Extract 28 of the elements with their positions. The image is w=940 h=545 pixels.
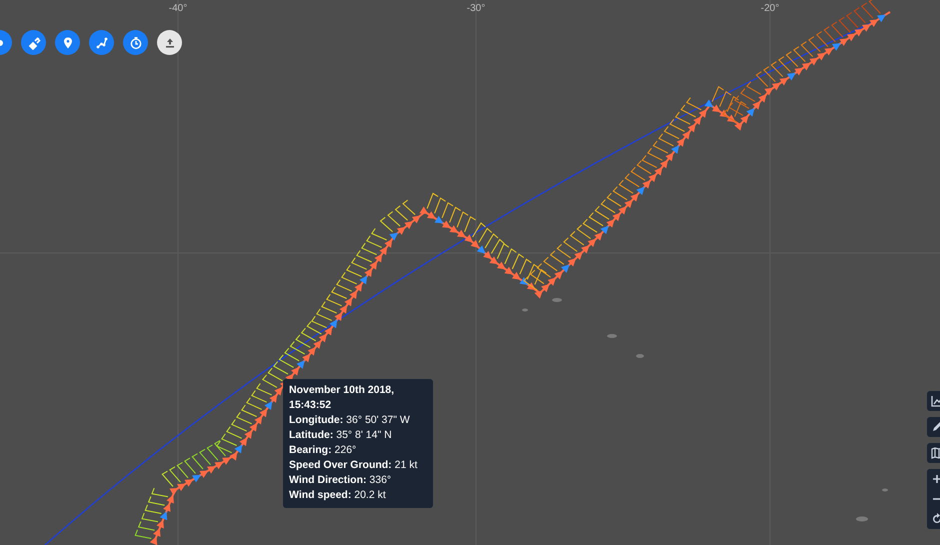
toolbar-button[interactable] — [55, 30, 80, 55]
tooltip-row-text: Latitude: 35° 8' 14" N — [289, 428, 393, 443]
toolbar-button[interactable] — [89, 30, 114, 55]
toolbar-button[interactable] — [123, 30, 148, 55]
tooltip-row-text: Wind Direction: 336° — [289, 473, 392, 488]
stopwatch-icon — [130, 36, 141, 49]
tooltip-title: November 10th 2018, 15:43:52 — [289, 383, 396, 413]
track-segment-drawing — [464, 222, 505, 263]
route-icon — [96, 37, 107, 48]
plus-icon — [932, 474, 940, 484]
tooltip-row-text: Wind speed: 20.2 kt — [289, 488, 387, 503]
map-icon — [931, 447, 940, 459]
map-view[interactable]: -40° -30° -20° November 10th 2018, 15:43:52 Longitude: 36° 50' 37" W Latitude: 35° 8' 14" N Bearing: 226° Speed Over Ground: 21 kt Wind Direction: 336° Wind speed: 20.2 kt — [0, 0, 940, 545]
longitude-label: -30° — [466, 3, 486, 14]
pin-icon — [64, 37, 72, 48]
longitude-label: -40° — [168, 3, 188, 14]
track-segment-drawing — [420, 192, 476, 241]
satellite-icon — [28, 36, 40, 50]
chart-icon — [931, 395, 940, 407]
longitude-label: -20° — [760, 3, 780, 14]
minus-icon — [933, 498, 940, 500]
rotate-icon — [933, 513, 940, 523]
tooltip-row-text: Speed Over Ground: 21 kt — [289, 458, 418, 473]
tooltip-row-text: Bearing: 226° — [289, 443, 358, 458]
toolbar-button[interactable] — [21, 30, 46, 55]
upload-icon — [166, 38, 174, 48]
tooltip-row-text: Longitude: 36° 50' 37" W — [289, 413, 411, 428]
pen-icon — [933, 422, 940, 431]
